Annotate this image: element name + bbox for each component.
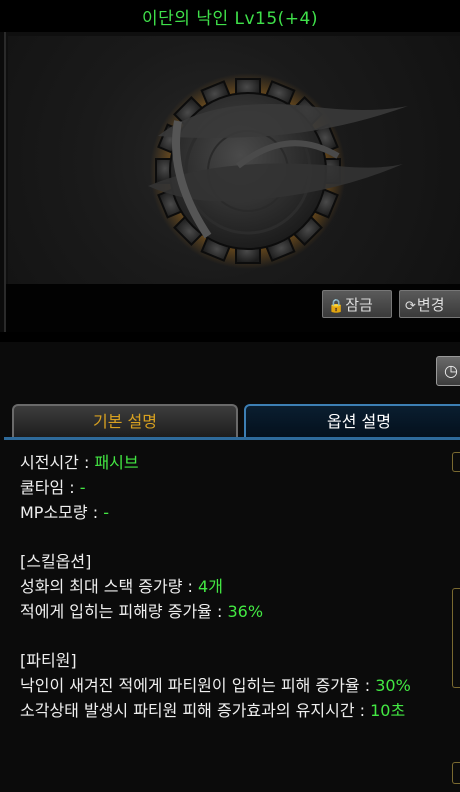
dungeon-fighter-emblem-icon [148, 73, 408, 269]
skill-option-row: 성화의 최대 스택 증가량 : 4개 [20, 574, 440, 599]
scrollbar-thumb[interactable] [452, 588, 460, 688]
skill-option-value: 36% [227, 602, 264, 621]
tab-option-description[interactable]: 옵션 설명 [244, 404, 460, 438]
lock-label: 잠금 [345, 296, 373, 314]
skill-option-label: 성화의 최대 스택 증가량 : [20, 577, 199, 596]
skill-options-header: [스킬옵션] [20, 552, 92, 571]
cast-time-label: 시전시간 : [20, 453, 95, 472]
cast-time-row: 시전시간 : 패시브 [20, 450, 440, 475]
clock-icon: ◷ [444, 361, 458, 380]
emblem-image [8, 36, 460, 284]
change-button[interactable]: ⟳변경 [399, 290, 460, 318]
option-description-content: 시전시간 : 패시브 쿨타임 : - MP소모량 : - [스킬옵션] 성화의 … [20, 450, 440, 723]
mp-cost-row: MP소모량 : - [20, 500, 440, 525]
scrollbar-bottom-marker[interactable] [452, 762, 460, 784]
skill-option-row: 적에게 입히는 피해량 증가율 : 36% [20, 599, 440, 624]
mp-cost-value: - [103, 503, 109, 522]
title-bar: 이단의 낙인 Lv15(+4) [0, 0, 460, 32]
lock-button[interactable]: 🔒잠금 [322, 290, 392, 318]
change-label: 변경 [416, 296, 445, 314]
tab-basic-label: 기본 설명 [93, 412, 157, 431]
mp-cost-label: MP소모량 : [20, 503, 104, 522]
skill-option-value: 4개 [198, 577, 223, 596]
cast-time-value: 패시브 [94, 453, 139, 472]
tab-option-label: 옵션 설명 [327, 412, 391, 431]
scrollbar-top-marker[interactable] [452, 452, 460, 472]
tab-basic-description[interactable]: 기본 설명 [12, 404, 238, 438]
party-option-row: 소각상태 발생시 파티원 피해 증가효과의 유지시간 : 10초 [20, 698, 440, 723]
divider [0, 332, 460, 342]
skill-option-label: 적에게 입히는 피해량 증가율 : [20, 602, 228, 621]
party-option-value: 10초 [370, 701, 406, 720]
party-header: [파티원] [20, 651, 77, 670]
skill-image-panel: 🔒잠금 ⟳변경 [4, 32, 460, 332]
refresh-icon: ⟳ [405, 299, 416, 314]
skill-title: 이단의 낙인 Lv15(+4) [142, 9, 318, 29]
clock-button[interactable]: ◷ [436, 356, 460, 386]
lock-icon: 🔒 [328, 299, 345, 314]
party-option-label: 낙인이 새겨진 적에게 파티원이 입히는 피해 증가율 : [20, 676, 376, 695]
party-option-label: 소각상태 발생시 파티원 피해 증가효과의 유지시간 : [20, 701, 371, 720]
tab-underline [4, 437, 460, 440]
cooldown-value: - [79, 478, 86, 497]
cooldown-row: 쿨타임 : - [20, 475, 440, 500]
party-option-value: 30% [375, 676, 411, 695]
party-option-row: 낙인이 새겨진 적에게 파티원이 입히는 피해 증가율 : 30% [20, 673, 440, 698]
cooldown-label: 쿨타임 : [20, 478, 80, 497]
